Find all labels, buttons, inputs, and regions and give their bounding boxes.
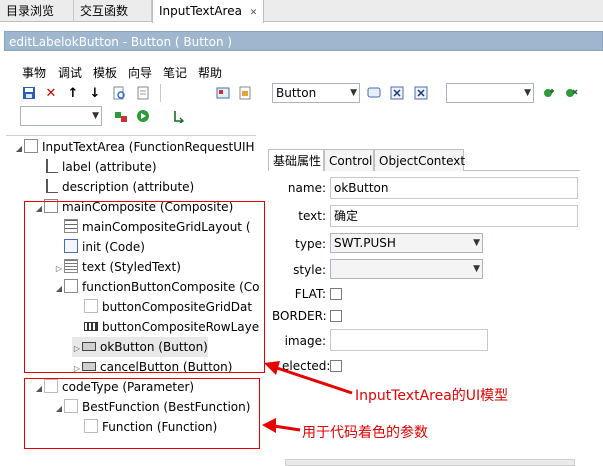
document-icon[interactable] <box>134 84 152 102</box>
image-label: image: <box>284 334 326 348</box>
menu-item-1[interactable]: 调试 <box>58 64 82 81</box>
flat-label: FLAT: <box>294 287 326 301</box>
tree-node[interactable]: description (attribute) <box>36 177 194 197</box>
app-window: 目录浏览 交互函数 InputTextArea ✕ editLabelokBut… <box>0 0 603 466</box>
image-field[interactable] <box>330 329 488 351</box>
arrow-down-icon[interactable]: ↓ <box>86 84 104 102</box>
name-field[interactable]: okButton <box>330 177 578 199</box>
type-select[interactable]: SWT.PUSH ▼ <box>330 233 483 253</box>
add-green-icon[interactable] <box>540 84 558 102</box>
tab-catalog[interactable]: 目录浏览 <box>0 0 74 22</box>
step-icon[interactable] <box>170 107 188 125</box>
tab-objectcontext[interactable]: ObjectContext <box>374 149 465 171</box>
find-icon[interactable] <box>110 84 128 102</box>
style-label: style: <box>293 263 326 277</box>
arrow-icon <box>262 418 301 433</box>
remove-widget-icon[interactable] <box>412 84 430 102</box>
params-annotation: 用于代码着色的参数 <box>302 425 428 441</box>
editor-title: editLabelokButton - Button ( Button ) <box>4 31 603 51</box>
tab-interaction-functions[interactable]: 交互函数 <box>74 0 152 22</box>
tab-label: 交互函数 <box>80 4 129 18</box>
close-icon[interactable]: ✕ <box>250 8 258 18</box>
text-label: text: <box>298 209 326 223</box>
expanded-icon[interactable]: ◢ <box>14 139 24 159</box>
ui-model-highlight-box <box>24 201 265 373</box>
widget-palette-icon[interactable] <box>214 84 232 102</box>
name-label: name: <box>287 181 326 195</box>
chevron-down-icon: ▼ <box>92 111 99 121</box>
tab-inputtextarea[interactable]: InputTextArea ✕ <box>152 0 264 23</box>
filter-select[interactable]: ▼ <box>20 106 102 126</box>
tree-node-label: label (attribute) <box>62 160 157 174</box>
flat-checkbox[interactable] <box>330 288 342 300</box>
remove-green-icon[interactable] <box>562 84 580 102</box>
style-select[interactable]: ▼ <box>330 259 483 279</box>
toolbar-divider <box>160 84 161 102</box>
tab-control[interactable]: Control <box>324 149 374 171</box>
chevron-down-icon: ▼ <box>473 238 480 248</box>
chat-icon[interactable] <box>365 84 383 102</box>
border-checkbox[interactable] <box>330 310 342 322</box>
tree-node-label: InputTextArea (FunctionRequestUIH <box>42 140 255 154</box>
save-icon[interactable] <box>20 84 38 102</box>
menu-item-4[interactable]: 笔记 <box>163 64 187 81</box>
arrow-icon <box>264 361 353 395</box>
tree-node[interactable]: ◢ InputTextArea (FunctionRequestUIH <box>14 137 255 157</box>
editor-tab-bar: 目录浏览 交互函数 InputTextArea ✕ <box>0 0 603 23</box>
chevron-down-icon: ▼ <box>524 88 531 98</box>
menu-item-3[interactable]: 向导 <box>128 64 152 81</box>
tab-basic-properties[interactable]: 基础属性 <box>268 149 324 171</box>
run-icon[interactable] <box>134 107 152 125</box>
menu-item-2[interactable]: 模板 <box>93 64 117 81</box>
delete-icon[interactable]: ✕ <box>42 84 60 102</box>
border-label: BORDER: <box>272 309 327 323</box>
text-field[interactable]: 确定 <box>330 205 578 227</box>
tree-node-label: description (attribute) <box>62 180 195 194</box>
params-highlight-box <box>24 378 260 449</box>
menu-item-0[interactable]: 事物 <box>22 64 46 81</box>
chevron-down-icon: ▼ <box>473 264 480 274</box>
arrow-up-icon[interactable]: ↑ <box>64 84 82 102</box>
add-node-icon[interactable] <box>112 107 130 125</box>
type-select-value: SWT.PUSH <box>334 236 396 250</box>
horizontal-scrollbar[interactable] <box>285 459 575 466</box>
attribute-icon <box>46 179 58 193</box>
widget-type-select[interactable]: Button ▼ <box>272 83 360 103</box>
chevron-down-icon: ▼ <box>350 88 357 98</box>
tab-label: 目录浏览 <box>6 4 55 18</box>
ui-model-annotation: InputTextArea的UI模型 <box>355 388 509 404</box>
image-icon[interactable] <box>236 84 254 102</box>
composite-icon <box>24 139 38 153</box>
widget-type-value: Button <box>276 86 317 100</box>
tab-label: InputTextArea <box>159 4 242 18</box>
menu-item-5[interactable]: 帮助 <box>198 64 222 81</box>
type-label: type: <box>295 237 326 251</box>
secondary-select[interactable]: ▼ <box>446 83 534 103</box>
tree-node[interactable]: label (attribute) <box>36 157 157 177</box>
attribute-icon <box>46 159 58 173</box>
close-widget-icon[interactable] <box>388 84 406 102</box>
